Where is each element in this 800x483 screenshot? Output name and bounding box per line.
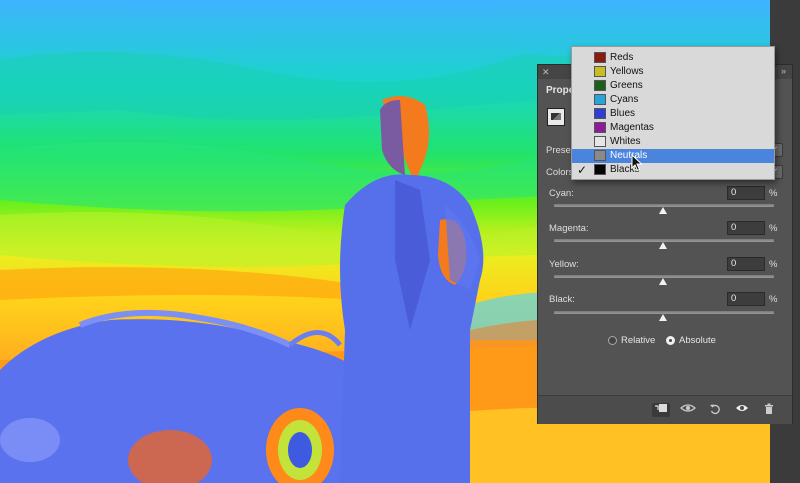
yellow-value-input[interactable]: 0 <box>727 257 765 271</box>
cyan-label: Cyan: <box>549 188 574 199</box>
black-value-input[interactable]: 0 <box>727 292 765 306</box>
cyan-value-input[interactable]: 0 <box>727 186 765 200</box>
cyan-unit: % <box>769 188 778 199</box>
menu-item-neutrals[interactable]: Neutrals <box>572 149 774 163</box>
menu-item-label: Cyans <box>610 94 639 105</box>
yellow-label: Yellow: <box>549 259 579 270</box>
menu-item-label: Reds <box>610 52 634 63</box>
black-slider-thumb[interactable] <box>659 314 667 321</box>
magenta-unit: % <box>769 223 778 234</box>
yellow-unit: % <box>769 259 778 270</box>
panel-footer <box>538 395 792 424</box>
menu-item-blues[interactable]: Blues <box>572 107 774 121</box>
visibility-eye-icon[interactable] <box>733 403 751 417</box>
blues-swatch <box>594 108 606 119</box>
relative-label: Relative <box>621 335 656 346</box>
menu-item-blacks[interactable]: ✓ Blacks <box>572 163 774 177</box>
menu-item-label: Magentas <box>610 122 654 133</box>
magenta-label: Magenta: <box>549 223 589 234</box>
trash-icon[interactable] <box>760 403 778 417</box>
mouse-pointer-icon <box>631 154 643 172</box>
black-label: Black: <box>549 294 575 305</box>
absolute-radio-dot[interactable] <box>666 336 675 345</box>
reset-icon[interactable] <box>706 403 724 417</box>
whites-swatch <box>594 136 606 147</box>
absolute-label: Absolute <box>679 335 716 346</box>
panel-collapse-icon[interactable]: » <box>781 66 786 76</box>
checkmark-icon: ✓ <box>577 163 588 177</box>
preset-label: Prese <box>546 145 571 156</box>
magenta-slider-thumb[interactable] <box>659 242 667 249</box>
menu-item-whites[interactable]: Whites <box>572 135 774 149</box>
menu-item-cyans[interactable]: Cyans <box>572 93 774 107</box>
menu-item-label: Greens <box>610 80 643 91</box>
menu-item-label: Whites <box>610 136 641 147</box>
clip-to-layer-icon[interactable] <box>652 403 670 417</box>
menu-item-greens[interactable]: Greens <box>572 79 774 93</box>
menu-item-magentas[interactable]: Magentas <box>572 121 774 135</box>
menu-item-label: Yellows <box>610 66 644 77</box>
neutrals-swatch <box>594 150 606 161</box>
black-unit: % <box>769 294 778 305</box>
panel-close-icon[interactable]: ✕ <box>542 66 550 78</box>
cyans-swatch <box>594 94 606 105</box>
menu-item-yellows[interactable]: Yellows <box>572 65 774 79</box>
cyan-slider-thumb[interactable] <box>659 207 667 214</box>
magentas-swatch <box>594 122 606 133</box>
greens-swatch <box>594 80 606 91</box>
selective-color-adjustment-icon <box>547 108 565 126</box>
magenta-value-input[interactable]: 0 <box>727 221 765 235</box>
blacks-swatch <box>594 164 606 175</box>
colors-dropdown-menu: Reds Yellows Greens Cyans Blues Magentas… <box>571 46 775 180</box>
colors-label: Colors <box>546 167 574 178</box>
relative-radio[interactable]: Relative <box>608 335 655 346</box>
view-previous-state-icon[interactable] <box>679 403 697 417</box>
relative-radio-dot[interactable] <box>608 336 617 345</box>
menu-item-reds[interactable]: Reds <box>572 51 774 65</box>
absolute-radio[interactable]: Absolute <box>666 335 716 346</box>
menu-item-label: Blues <box>610 108 636 119</box>
yellow-slider-thumb[interactable] <box>659 278 667 285</box>
reds-swatch <box>594 52 606 63</box>
yellows-swatch <box>594 66 606 77</box>
